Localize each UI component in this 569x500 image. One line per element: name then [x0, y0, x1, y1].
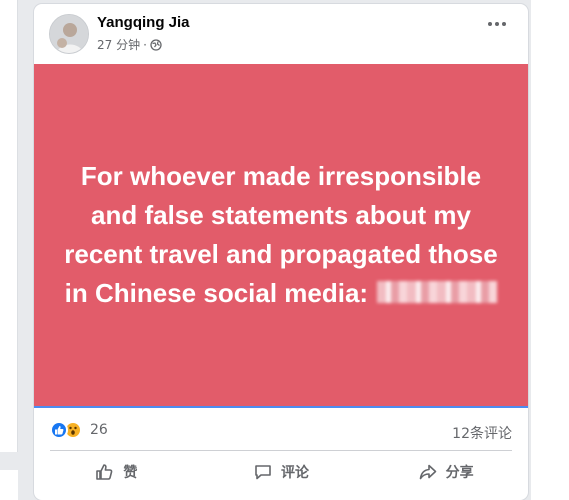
reaction-count: 26	[90, 422, 108, 438]
post-time[interactable]: 27 分钟	[97, 36, 140, 53]
divider	[50, 450, 512, 451]
like-reaction-icon	[50, 421, 68, 439]
comment-icon	[255, 465, 271, 480]
comment-count[interactable]: 12条评论	[452, 423, 512, 443]
post-stats: 26 12条评论	[34, 406, 528, 450]
post-actions: 赞 评论 分享	[34, 452, 528, 492]
globe-icon[interactable]	[150, 38, 162, 51]
like-label: 赞	[123, 465, 138, 481]
text-post-banner: For whoever made irresponsible and false…	[34, 64, 528, 406]
comment-button[interactable]: 评论	[199, 452, 364, 492]
left-panel-edge-bottom	[0, 470, 18, 500]
post-header: Yangqing Jia 27 分钟 ·	[34, 4, 528, 64]
meta-separator: ·	[143, 37, 147, 52]
author-name[interactable]: Yangqing Jia	[97, 14, 190, 31]
share-label: 分享	[445, 465, 474, 481]
like-button[interactable]: 赞	[34, 452, 199, 492]
right-panel-edge	[531, 0, 569, 500]
blurred-redaction	[377, 281, 498, 304]
post-text: For whoever made irresponsible and false…	[61, 157, 501, 313]
post-meta: 27 分钟 ·	[97, 36, 162, 53]
share-icon	[419, 464, 436, 480]
comment-label: 评论	[281, 465, 309, 481]
left-panel-edge	[0, 0, 18, 452]
avatar[interactable]	[49, 14, 89, 54]
more-options-icon[interactable]	[488, 22, 506, 26]
thumbs-up-icon	[96, 464, 113, 480]
share-button[interactable]: 分享	[363, 452, 528, 492]
post-card: Yangqing Jia 27 分钟 · For whoever made ir…	[34, 4, 528, 500]
reaction-summary[interactable]: 26	[50, 421, 108, 439]
